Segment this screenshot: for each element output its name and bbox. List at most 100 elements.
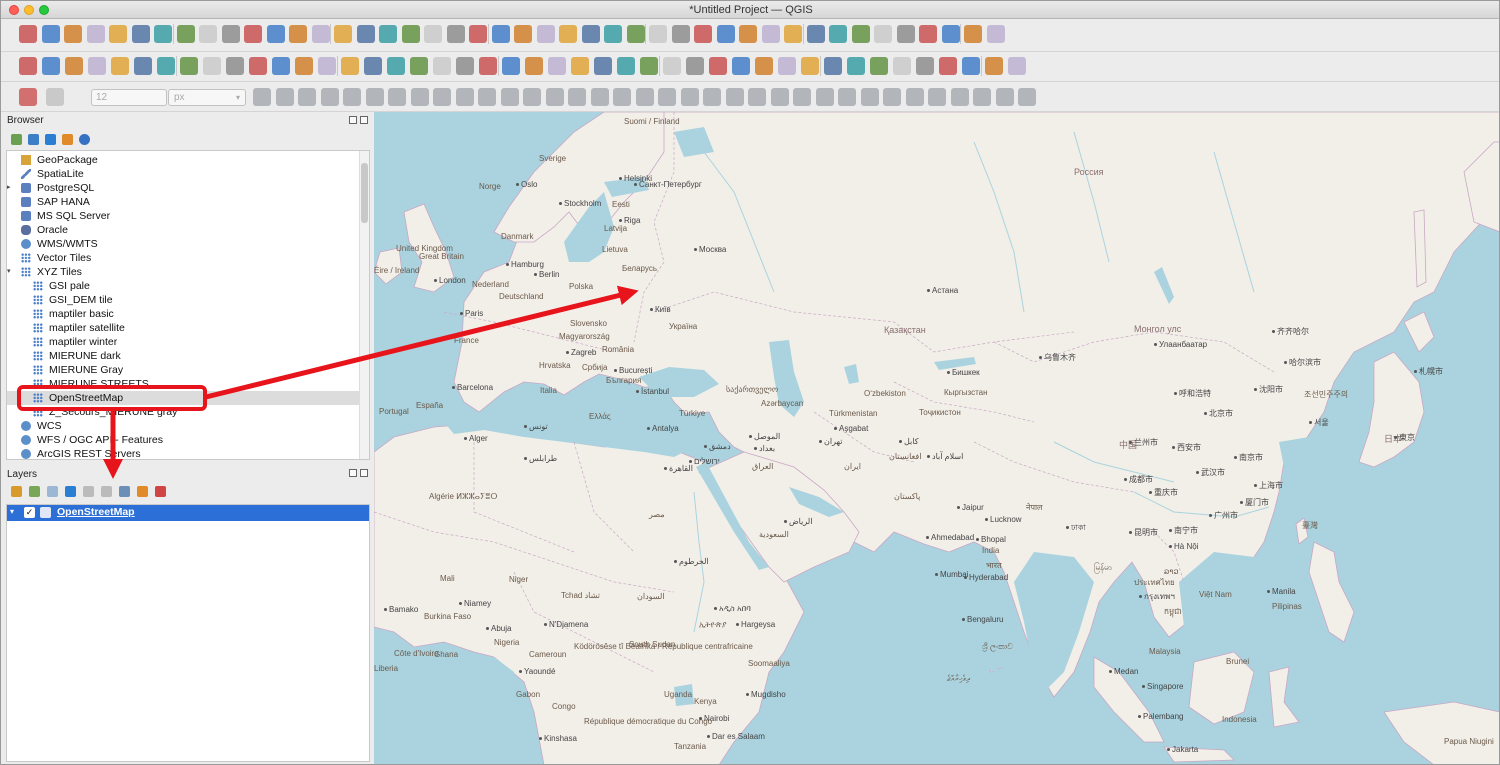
tb1-tool-icon-38[interactable] xyxy=(874,25,892,43)
tb2-tool-icon-20[interactable] xyxy=(479,57,497,75)
tb2-tool-icon-12[interactable] xyxy=(295,57,313,75)
digitizing-tool-icon-22[interactable] xyxy=(748,88,766,106)
tb1-tool-icon-24[interactable] xyxy=(559,25,577,43)
tb1-tool-icon-0[interactable] xyxy=(19,25,37,43)
tb2-tool-icon-7[interactable] xyxy=(180,57,198,75)
tb1-tool-icon-35[interactable] xyxy=(806,25,825,43)
tb2-tool-icon-30[interactable] xyxy=(709,57,727,75)
tb1-tool-icon-17[interactable] xyxy=(401,25,420,43)
browser-item[interactable]: MIERUNE Gray xyxy=(7,363,359,377)
tb2-tool-icon-27[interactable] xyxy=(640,57,658,75)
digitizing-tool-icon-17[interactable] xyxy=(635,88,654,106)
tb1-tool-icon-20[interactable] xyxy=(469,25,487,43)
filter-icon[interactable] xyxy=(45,134,56,145)
zoom-window-button[interactable] xyxy=(39,5,49,15)
browser-item[interactable]: WFS / OGC API - Features xyxy=(7,433,359,447)
tb1-tool-icon-23[interactable] xyxy=(536,25,555,43)
expand-all-icon[interactable] xyxy=(101,486,112,497)
tb2-tool-icon-18[interactable] xyxy=(433,57,451,75)
tb1-tool-icon-29[interactable] xyxy=(671,25,690,43)
tb1-tool-icon-11[interactable] xyxy=(266,25,285,43)
layers-tree[interactable]: ▾ ✓ OpenStreetMap xyxy=(6,504,370,762)
tb1-tool-icon-28[interactable] xyxy=(649,25,667,43)
digitizing-tool-icon-8[interactable] xyxy=(433,88,451,106)
digitizing-tool-icon-30[interactable] xyxy=(928,88,946,106)
tb2-tool-icon-42[interactable] xyxy=(985,57,1003,75)
filter-legend-icon[interactable] xyxy=(65,486,76,497)
tb1-tool-icon-33[interactable] xyxy=(761,25,780,43)
tb2-tool-icon-40[interactable] xyxy=(939,57,957,75)
tb1-tool-icon-21[interactable] xyxy=(491,25,510,43)
minimize-window-button[interactable] xyxy=(24,5,34,15)
tb2-tool-icon-8[interactable] xyxy=(203,57,221,75)
digitizing-tool-icon-28[interactable] xyxy=(883,88,901,106)
float-layers-panel-icon[interactable] xyxy=(349,469,357,477)
tb2-tool-icon-28[interactable] xyxy=(663,57,681,75)
digitizing-tool-icon-16[interactable] xyxy=(613,88,631,106)
tb2-tool-icon-19[interactable] xyxy=(456,57,474,75)
digitizing-tool-icon-27[interactable] xyxy=(860,88,879,106)
tb2-tool-icon-35[interactable] xyxy=(824,57,842,75)
snapping-tolerance-input[interactable] xyxy=(91,89,167,106)
tb2-tool-icon-14[interactable] xyxy=(341,57,359,75)
snapping-unit-select[interactable]: px ▾ xyxy=(168,89,246,106)
tb1-tool-icon-10[interactable] xyxy=(244,25,262,43)
collapse-all-icon[interactable] xyxy=(62,134,73,145)
browser-item[interactable]: maptiler basic xyxy=(7,307,359,321)
digitizing-tool-icon-26[interactable] xyxy=(838,88,856,106)
browser-item[interactable]: MIERUNE dark xyxy=(7,349,359,363)
browser-item[interactable]: MS SQL Server xyxy=(7,209,359,223)
digitizing-tool-icon-6[interactable] xyxy=(388,88,406,106)
tb1-tool-icon-1[interactable] xyxy=(41,25,60,43)
snapping-mode-icon[interactable] xyxy=(46,88,64,106)
digitizing-tool-icon-15[interactable] xyxy=(590,88,609,106)
tb1-tool-icon-22[interactable] xyxy=(514,25,532,43)
expand-arrow-icon[interactable]: ▸ xyxy=(7,181,11,195)
browser-item[interactable]: Z_Secours_MIERUNE gray xyxy=(7,405,359,419)
filter-by-expression-icon[interactable] xyxy=(83,486,94,497)
tb2-tool-icon-1[interactable] xyxy=(42,57,60,75)
tb2-tool-icon-31[interactable] xyxy=(732,57,750,75)
tb2-tool-icon-25[interactable] xyxy=(594,57,612,75)
digitizing-tool-icon-2[interactable] xyxy=(298,88,316,106)
tb1-tool-icon-14[interactable] xyxy=(334,25,352,43)
digitizing-tool-icon-29[interactable] xyxy=(905,88,924,106)
tb2-tool-icon-24[interactable] xyxy=(571,57,589,75)
scrollbar-thumb[interactable] xyxy=(361,163,368,223)
browser-item[interactable]: ▾ XYZ Tiles xyxy=(7,265,359,279)
tb2-tool-icon-0[interactable] xyxy=(19,57,37,75)
tb1-tool-icon-4[interactable] xyxy=(109,25,127,43)
browser-item[interactable]: ▸ PostgreSQL xyxy=(7,181,359,195)
tb1-tool-icon-3[interactable] xyxy=(86,25,105,43)
tb2-tool-icon-38[interactable] xyxy=(893,57,911,75)
tb2-tool-icon-5[interactable] xyxy=(134,57,152,75)
tb2-tool-icon-15[interactable] xyxy=(364,57,382,75)
tb2-tool-icon-41[interactable] xyxy=(962,57,980,75)
digitizing-tool-icon-25[interactable] xyxy=(815,88,834,106)
digitizing-tool-icon-1[interactable] xyxy=(275,88,294,106)
digitizing-tool-icon-3[interactable] xyxy=(320,88,339,106)
tb1-tool-icon-15[interactable] xyxy=(356,25,375,43)
digitizing-tool-icon-7[interactable] xyxy=(410,88,429,106)
tb1-tool-icon-13[interactable] xyxy=(311,25,330,43)
tb1-tool-icon-12[interactable] xyxy=(289,25,307,43)
browser-item[interactable]: Oracle xyxy=(7,223,359,237)
tb2-tool-icon-33[interactable] xyxy=(778,57,796,75)
tb1-tool-icon-43[interactable] xyxy=(986,25,1005,43)
tb1-tool-icon-26[interactable] xyxy=(604,25,622,43)
add-group-icon[interactable] xyxy=(29,486,40,497)
digitizing-tool-icon-4[interactable] xyxy=(343,88,361,106)
browser-item[interactable]: maptiler winter xyxy=(7,335,359,349)
manage-map-themes-icon[interactable] xyxy=(47,486,58,497)
open-layer-styling-icon[interactable] xyxy=(11,486,22,497)
collapse-all-layers-icon[interactable] xyxy=(119,486,130,497)
tb2-tool-icon-36[interactable] xyxy=(847,57,865,75)
tb2-tool-icon-9[interactable] xyxy=(226,57,244,75)
tb1-tool-icon-32[interactable] xyxy=(739,25,757,43)
tb2-tool-icon-34[interactable] xyxy=(801,57,819,75)
browser-item[interactable]: GSI pale xyxy=(7,279,359,293)
browser-item[interactable]: GeoPackage xyxy=(7,153,359,167)
digitizing-tool-icon-0[interactable] xyxy=(253,88,271,106)
close-panel-icon[interactable] xyxy=(360,116,368,124)
tb2-tool-icon-26[interactable] xyxy=(617,57,635,75)
